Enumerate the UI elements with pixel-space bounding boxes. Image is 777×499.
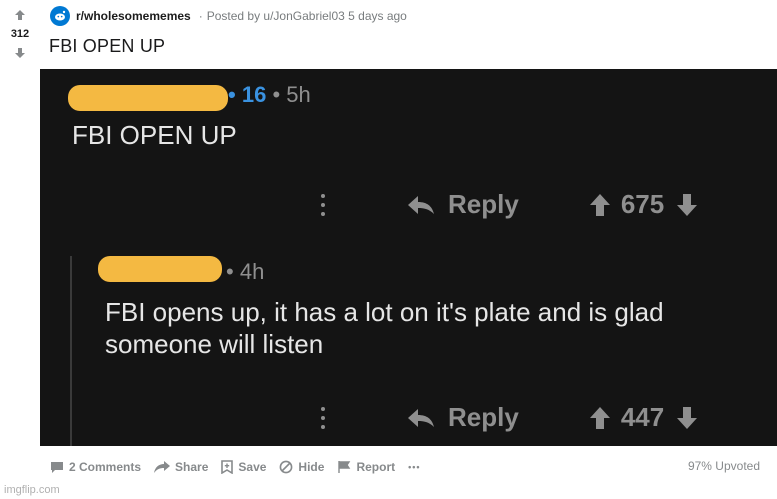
- flag-icon: [338, 461, 351, 473]
- share-icon: [154, 461, 171, 473]
- subreddit-link[interactable]: r/wholesomememes: [76, 9, 191, 23]
- downvote-icon[interactable]: [13, 46, 27, 60]
- meta-separator: •: [226, 259, 240, 284]
- comment-2-text-line-1: FBI opens up, it has a lot on it's plate…: [105, 297, 664, 327]
- downvote-icon[interactable]: [676, 193, 698, 217]
- hide-icon: [280, 460, 293, 474]
- post-image[interactable]: • 16 • 5h FBI OPEN UP Reply 675 • 4h FBI…: [40, 69, 777, 446]
- save-button[interactable]: Save: [221, 460, 266, 474]
- thread-line[interactable]: [70, 256, 72, 446]
- redacted-username: [98, 256, 222, 282]
- comments-label: 2 Comments: [69, 460, 142, 474]
- comment-1-flair-dot: •: [228, 82, 242, 107]
- comment-2-reply-button[interactable]: Reply: [448, 402, 519, 433]
- comment-2-text: FBI opens up, it has a lot on it's plate…: [105, 296, 664, 360]
- comment-1-score: 675: [620, 189, 665, 219]
- post-title[interactable]: FBI OPEN UP: [49, 36, 165, 57]
- more-options-button[interactable]: •••: [408, 462, 420, 472]
- hide-button[interactable]: Hide: [279, 460, 324, 474]
- meta-separator: ·: [198, 9, 203, 23]
- comment-1-age: 5h: [286, 82, 311, 107]
- comment-icon: [51, 461, 63, 473]
- post-score: 312: [10, 28, 30, 40]
- report-label: Report: [356, 460, 396, 474]
- comment-1-meta: • 16 • 5h: [228, 82, 311, 108]
- upvote-icon[interactable]: [13, 8, 27, 22]
- watermark: imgflip.com: [4, 484, 60, 496]
- post-meta: r/wholesomememes · Posted by u/JonGabrie…: [50, 5, 407, 27]
- comment-1-text: FBI OPEN UP: [72, 120, 237, 150]
- comment-1-actions: Reply 675: [406, 189, 698, 220]
- reply-icon[interactable]: [406, 194, 436, 216]
- more-icon: •••: [408, 462, 421, 472]
- comment-2-score: 447: [620, 402, 665, 432]
- comment-2-actions: Reply 447: [406, 402, 698, 433]
- downvote-icon[interactable]: [676, 406, 698, 430]
- comment-2-more-icon[interactable]: [321, 407, 327, 429]
- comment-1-reply-button[interactable]: Reply: [448, 189, 519, 220]
- upvote-icon[interactable]: [589, 193, 611, 217]
- comment-2-meta: • 4h: [226, 259, 264, 285]
- upvote-ratio: 97% Upvoted: [687, 459, 760, 473]
- comment-1-flair: 16: [241, 82, 267, 107]
- hide-label: Hide: [298, 460, 325, 474]
- redacted-username: [68, 85, 228, 111]
- share-label: Share: [175, 460, 209, 474]
- reply-icon[interactable]: [406, 407, 436, 429]
- subreddit-icon[interactable]: [50, 6, 70, 26]
- upvote-icon[interactable]: [589, 406, 611, 430]
- comment-2-age: 4h: [239, 259, 265, 284]
- report-button[interactable]: Report: [337, 460, 395, 474]
- meta-separator: •: [272, 82, 287, 107]
- comment-2-text-line-2: someone will listen: [105, 329, 324, 359]
- post-actions: 2 Comments Share Save Hide Report •••: [50, 457, 434, 477]
- comment-1-more-icon[interactable]: [321, 194, 327, 216]
- posted-by[interactable]: Posted by u/JonGabriel03 5 days ago: [207, 9, 407, 23]
- vote-column: 312: [0, 0, 40, 499]
- save-label: Save: [238, 460, 267, 474]
- share-button[interactable]: Share: [154, 460, 208, 474]
- bookmark-icon: [221, 460, 234, 474]
- comments-button[interactable]: 2 Comments: [50, 460, 141, 474]
- reddit-post: 312 r/wholesomememes · Posted by u/JonGa…: [0, 0, 777, 499]
